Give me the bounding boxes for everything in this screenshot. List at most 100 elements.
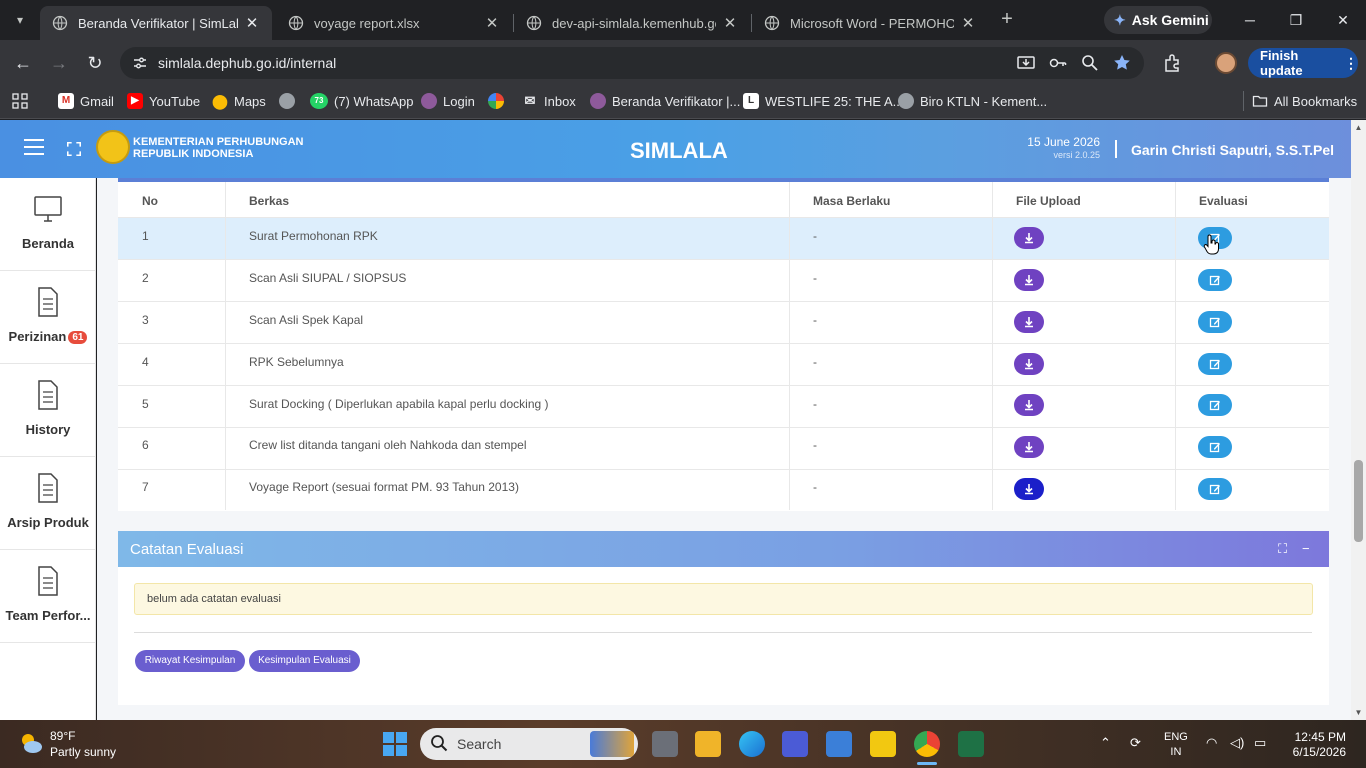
bookmark-beranda-verifikator[interactable]: Beranda Verifikator |... <box>590 91 740 111</box>
key-icon[interactable] <box>1048 53 1068 73</box>
evaluate-button[interactable] <box>1198 394 1232 416</box>
kesimpulan-evaluasi-button[interactable]: Kesimpulan Evaluasi <box>249 650 360 672</box>
restore-icon[interactable]: ❐ <box>1286 10 1306 30</box>
copilot-icon[interactable] <box>782 731 808 757</box>
evaluate-button[interactable] <box>1198 436 1232 458</box>
battery-icon[interactable]: ▭ <box>1254 735 1266 751</box>
excel-icon[interactable] <box>958 731 984 757</box>
windows-start-icon[interactable] <box>383 732 407 756</box>
sticky-notes-icon[interactable] <box>870 731 896 757</box>
forward-arrow-icon[interactable]: → <box>46 50 72 76</box>
tab-dev-api[interactable]: dev-api-simlala.kemenhub.go.id ✕ <box>514 6 750 40</box>
bookmark-gmail[interactable]: M Gmail <box>58 91 114 111</box>
sidebar-item-history[interactable]: History <box>0 364 96 457</box>
volume-icon[interactable]: ◁) <box>1230 735 1244 751</box>
scroll-down-arrow-icon[interactable]: ▼ <box>1352 708 1365 717</box>
taskbar-clock[interactable]: 12:45 PM 6/15/2026 <box>1290 730 1346 760</box>
download-button[interactable] <box>1014 436 1044 458</box>
wifi-icon[interactable]: ◠ <box>1206 735 1217 751</box>
bookmark-pinwheel[interactable] <box>488 91 510 111</box>
hamburger-menu-icon[interactable] <box>24 139 44 155</box>
bookmark-star-icon[interactable] <box>1112 53 1132 73</box>
sidebar-item-label: History <box>25 422 71 437</box>
app-version: versi 2.0.25 <box>1053 150 1100 160</box>
chrome-icon[interactable] <box>914 731 940 757</box>
sidebar-item-team-performance[interactable]: Team Perfor... <box>0 550 96 643</box>
reload-icon[interactable]: ↻ <box>82 50 108 76</box>
collapse-icon[interactable]: − <box>1302 541 1310 556</box>
download-button[interactable] <box>1014 311 1044 333</box>
bookmark-label: YouTube <box>149 93 201 109</box>
evaluate-button[interactable] <box>1198 311 1232 333</box>
sidebar-item-arsip-produk[interactable]: Arsip Produk <box>0 457 96 550</box>
weather-condition: Partly sunny <box>50 745 117 759</box>
url-text[interactable]: simlala.dephub.go.id/internal <box>158 55 336 71</box>
tab-microsoft-word[interactable]: Microsoft Word - PERMOHONA ✕ <box>752 6 988 40</box>
finish-update-button[interactable]: Finish update ⋮ <box>1248 48 1358 78</box>
evaluate-button[interactable] <box>1198 478 1232 500</box>
tab-voyage-report[interactable]: voyage report.xlsx ✕ <box>276 6 512 40</box>
partly-sunny-icon[interactable] <box>18 730 44 756</box>
evaluate-button[interactable] <box>1198 269 1232 291</box>
download-button[interactable] <box>1014 353 1044 375</box>
scroll-up-arrow-icon[interactable]: ▲ <box>1352 123 1365 132</box>
bookmark-maps[interactable]: ⬤ Maps <box>212 91 266 111</box>
bookmark-inbox[interactable]: ✉ Inbox <box>522 91 576 111</box>
task-view-icon[interactable] <box>652 731 678 757</box>
edit-icon <box>1209 275 1220 286</box>
download-button[interactable] <box>1014 478 1044 500</box>
fullscreen-icon[interactable] <box>65 140 83 158</box>
sidebar-item-beranda[interactable]: Beranda <box>0 178 96 271</box>
bookmark-whatsapp[interactable]: 73 (7) WhatsApp <box>310 91 413 111</box>
bookmark-label: Login <box>443 93 475 109</box>
search-highlight-icon[interactable] <box>590 731 634 757</box>
all-bookmarks[interactable]: All Bookmarks <box>1252 91 1357 111</box>
perizinan-label: Perizinan <box>8 329 67 344</box>
download-button[interactable] <box>1014 394 1044 416</box>
keyboard-layout: IN <box>1170 746 1182 758</box>
edge-browser-icon[interactable] <box>739 731 765 757</box>
zoom-icon[interactable] <box>1080 53 1100 73</box>
close-tab-icon[interactable]: ✕ <box>722 14 738 32</box>
site-settings-icon[interactable] <box>132 55 148 71</box>
file-explorer-icon[interactable] <box>695 731 721 757</box>
close-tab-icon[interactable]: ✕ <box>484 14 500 32</box>
maximize-icon[interactable]: ⛶ <box>1278 541 1287 557</box>
cell-berkas: Crew list ditanda tangani oleh Nahkoda d… <box>249 438 527 452</box>
sidebar-item-label: Beranda <box>21 236 75 251</box>
close-tab-icon[interactable]: ✕ <box>244 14 260 32</box>
ask-gemini-button[interactable]: ✦ Ask Gemini <box>1104 6 1212 34</box>
bookmark-westlife[interactable]: L WESTLIFE 25: THE A... <box>743 91 903 111</box>
extensions-puzzle-icon[interactable] <box>1162 52 1184 74</box>
show-hidden-icons-chevron-icon[interactable]: ⌃ <box>1100 735 1111 751</box>
close-window-icon[interactable]: ✕ <box>1333 10 1353 30</box>
bookmark-globe[interactable] <box>279 91 301 111</box>
install-app-icon[interactable] <box>1016 53 1036 73</box>
riwayat-kesimpulan-button[interactable]: Riwayat Kesimpulan <box>135 650 245 672</box>
close-tab-icon[interactable]: ✕ <box>960 14 976 32</box>
bookmark-biro-ktln[interactable]: Biro KTLN - Kement... <box>898 91 1047 111</box>
sidebar-item-perizinan[interactable]: Perizinan 61 <box>0 271 96 364</box>
download-button[interactable] <box>1014 269 1044 291</box>
minimize-icon[interactable]: ─ <box>1240 10 1260 30</box>
user-name[interactable]: Garin Christi Saputri, S.S.T.Pel <box>1131 142 1334 158</box>
page-scrollbar[interactable] <box>1351 120 1366 720</box>
download-button[interactable] <box>1014 227 1044 249</box>
ministry-name: KEMENTERIAN PERHUBUNGAN REPUBLIK INDONES… <box>133 136 304 160</box>
sync-icon[interactable]: ⟳ <box>1130 735 1141 751</box>
evaluate-button[interactable] <box>1198 353 1232 375</box>
new-tab-plus-icon[interactable]: + <box>996 8 1018 32</box>
language-indicator[interactable]: ENG IN <box>1164 730 1188 760</box>
profile-avatar[interactable] <box>1215 52 1237 74</box>
tab-search-chevron-icon[interactable]: ▾ <box>8 8 32 32</box>
bookmark-youtube[interactable]: ▶ YouTube <box>127 91 200 111</box>
camera-app-icon[interactable] <box>826 731 852 757</box>
globe-icon <box>898 93 914 109</box>
scrollbar-thumb[interactable] <box>1354 460 1363 542</box>
bookmark-login[interactable]: Login <box>421 91 475 111</box>
finish-update-label: Finish update <box>1260 48 1303 78</box>
back-arrow-icon[interactable]: ← <box>10 50 36 76</box>
apps-grid-icon[interactable] <box>12 91 28 111</box>
tab-beranda-verifikator[interactable]: Beranda Verifikator | SimLala ✕ <box>40 6 272 40</box>
ministry-line-2: REPUBLIK INDONESIA <box>133 148 254 160</box>
